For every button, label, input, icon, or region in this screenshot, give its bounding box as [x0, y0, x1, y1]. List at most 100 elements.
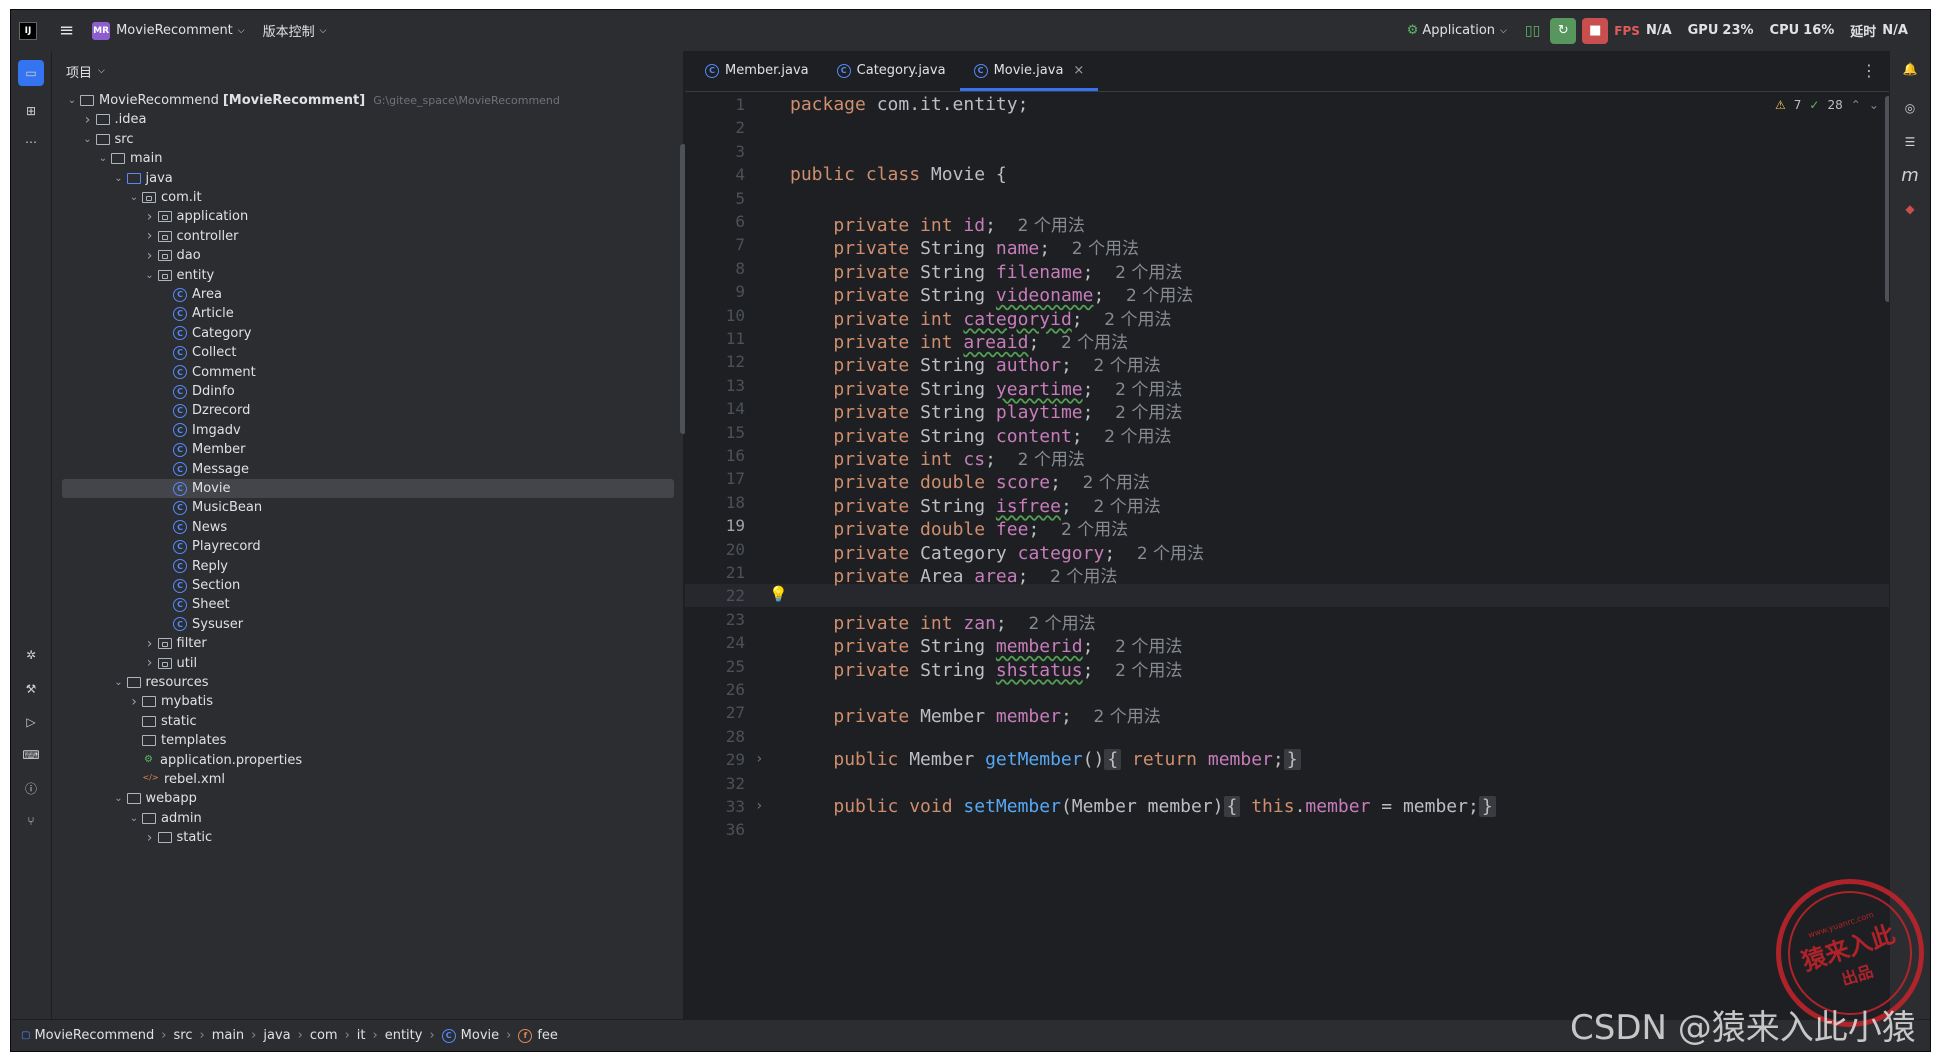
tree-folder-item[interactable]: › application — [52, 207, 664, 226]
folder-icon[interactable]: ▭ — [18, 60, 44, 86]
tree-folder-item[interactable]: ⌄ main — [52, 149, 664, 168]
tab-options-icon[interactable]: ⋮ — [1861, 50, 1877, 91]
chevron-down-icon[interactable]: ⌄ — [111, 791, 127, 807]
tree-class-item[interactable]: C Playrecord — [52, 537, 664, 556]
tree-class-item[interactable]: C Area — [52, 285, 664, 304]
fold-expand-icon[interactable]: › — [755, 798, 763, 814]
code-editor[interactable]: 1 package com.it.entity; 2 3 4 public class M… — [685, 92, 1891, 1021]
tree-folder-item[interactable]: › dao — [52, 246, 664, 265]
editor-tab[interactable]: C Category.java — [823, 50, 960, 91]
tree-folder-item[interactable]: ⌄ entity — [52, 266, 664, 285]
terminal-icon[interactable]: ⌨ — [20, 744, 42, 766]
breadcrumb-item[interactable]: java — [263, 1028, 290, 1043]
chevron-right-icon[interactable]: › — [142, 655, 158, 671]
main-menu-icon[interactable]: ≡ — [59, 20, 74, 41]
tree-folder-item[interactable]: ⌄ admin — [52, 809, 664, 828]
tree-folder-item[interactable]: ⌄ MovieRecommend [MovieRecomment] G:\gitee_… — [52, 91, 664, 110]
lightbulb-icon[interactable]: 💡 — [769, 585, 788, 603]
tree-folder-item[interactable]: </> rebel.xml — [52, 770, 664, 789]
maven-icon[interactable]: m — [1899, 164, 1921, 186]
ai-assistant-icon[interactable]: ◎ — [1899, 97, 1921, 119]
notifications-icon[interactable]: 🔔 — [1899, 58, 1921, 80]
chevron-down-icon[interactable]: ⌄ — [126, 810, 142, 826]
tree-class-item[interactable]: C Ddinfo — [52, 382, 664, 401]
breadcrumb-item[interactable]: entity — [385, 1028, 423, 1043]
tree-folder-item[interactable]: › filter — [52, 634, 664, 653]
tree-folder-item[interactable]: ⌄ src — [52, 130, 664, 149]
tree-class-item[interactable]: C Movie — [62, 479, 674, 498]
tree-class-item[interactable]: C Imgadv — [52, 421, 664, 440]
tree-class-item[interactable]: C Sysuser — [52, 615, 664, 634]
breadcrumb-item[interactable]: MovieRecommend — [34, 1028, 154, 1043]
tree-folder-item[interactable]: ⚙ application.properties — [52, 751, 664, 770]
tree-class-item[interactable]: C Collect — [52, 343, 664, 362]
tree-folder-item[interactable]: › static — [52, 828, 664, 847]
structure-icon[interactable]: ⊞ — [20, 100, 42, 122]
breadcrumb-item[interactable]: it — [357, 1028, 366, 1043]
tree-class-item[interactable]: C Reply — [52, 557, 664, 576]
chevron-right-icon[interactable]: › — [80, 112, 96, 128]
chevron-down-icon[interactable]: ⌄ — [111, 170, 127, 186]
tree-folder-item[interactable]: › .idea — [52, 110, 664, 129]
chevron-down-icon[interactable]: ⌄ — [95, 151, 111, 167]
chevron-down-icon[interactable]: ⌄ — [111, 675, 127, 691]
run-icon[interactable]: ▷ — [20, 711, 42, 733]
jrebel-icon[interactable]: ◆ — [1899, 198, 1921, 220]
close-icon[interactable]: × — [1073, 63, 1084, 78]
inspection-widget[interactable]: ⚠ 7 ✓ 28 ⌃ ⌄ — [1775, 98, 1879, 112]
tree-class-item[interactable]: C Sheet — [52, 595, 664, 614]
tree-class-item[interactable]: C Comment — [52, 363, 664, 382]
fold-expand-icon[interactable]: › — [755, 751, 763, 767]
run-config-selector[interactable]: ⚙ Application ⌵ — [1407, 23, 1507, 38]
git-icon[interactable]: ⑂ — [20, 810, 42, 832]
chevron-right-icon[interactable]: › — [142, 636, 158, 652]
breadcrumb-item[interactable]: Movie — [461, 1028, 499, 1043]
chevron-down-icon[interactable]: ⌄ — [80, 131, 96, 147]
hot-reload-icon[interactable]: ↻ — [1550, 17, 1577, 44]
breadcrumb-item[interactable]: fee — [537, 1028, 558, 1043]
chevron-right-icon[interactable]: › — [142, 830, 158, 846]
chevron-down-icon[interactable]: ⌄ — [142, 267, 158, 283]
more-icon[interactable]: ⋯ — [20, 131, 42, 153]
tree-class-item[interactable]: C News — [52, 518, 664, 537]
build-icon[interactable]: ⚒ — [20, 678, 42, 700]
problems-icon[interactable]: ⓘ — [20, 777, 42, 799]
editor-tab[interactable]: C Member.java — [691, 50, 823, 91]
database-icon[interactable]: ☰ — [1899, 131, 1921, 153]
debug-icon[interactable]: ✲ — [20, 644, 42, 666]
chevron-right-icon[interactable]: › — [126, 694, 142, 710]
project-panel-header[interactable]: 项目 ⌵ — [52, 51, 683, 91]
editor-tab[interactable]: C Movie.java × — [959, 50, 1099, 91]
chevron-right-icon[interactable]: › — [142, 228, 158, 244]
chevron-down-icon[interactable]: ⌄ — [1869, 98, 1879, 112]
tree-class-item[interactable]: C Category — [52, 324, 664, 343]
project-switcher[interactable]: MR MovieRecomment ⌵ — [92, 21, 245, 40]
chevron-down-icon[interactable]: ⌄ — [64, 93, 80, 109]
pause-icon[interactable]: ▯▯ — [1525, 23, 1540, 39]
chevron-right-icon[interactable]: › — [142, 248, 158, 264]
chevron-down-icon[interactable]: ⌄ — [126, 190, 142, 206]
intellij-icon[interactable]: IJ — [19, 21, 37, 40]
tree-folder-item[interactable]: templates — [52, 731, 664, 750]
tree-folder-item[interactable]: static — [52, 712, 664, 731]
tree-class-item[interactable]: C Message — [52, 460, 664, 479]
stop-icon[interactable]: ■ — [1582, 17, 1609, 44]
tree-folder-item[interactable]: › util — [52, 654, 664, 673]
tree-folder-item[interactable]: ⌄ com.it — [52, 188, 664, 207]
tree-class-item[interactable]: C Dzrecord — [52, 401, 664, 420]
breadcrumb-item[interactable]: src — [174, 1028, 193, 1043]
tree-folder-item[interactable]: › controller — [52, 227, 664, 246]
breadcrumb-item[interactable]: com — [310, 1028, 338, 1043]
tree-class-item[interactable]: C MusicBean — [52, 498, 664, 517]
tree-folder-item[interactable]: › mybatis — [52, 692, 664, 711]
chevron-right-icon[interactable]: › — [142, 209, 158, 225]
tree-class-item[interactable]: C Article — [52, 304, 664, 323]
tree-folder-item[interactable]: ⌄ webapp — [52, 789, 664, 808]
chevron-up-icon[interactable]: ⌃ — [1851, 98, 1861, 112]
vcs-menu[interactable]: 版本控制 ⌵ — [263, 21, 327, 40]
tree-class-item[interactable]: C Member — [52, 440, 664, 459]
breadcrumb-item[interactable]: main — [212, 1028, 244, 1043]
tree-class-item[interactable]: C Section — [52, 576, 664, 595]
tree-folder-item[interactable]: ⌄ resources — [52, 673, 664, 692]
tree-folder-item[interactable]: ⌄ java — [52, 169, 664, 188]
